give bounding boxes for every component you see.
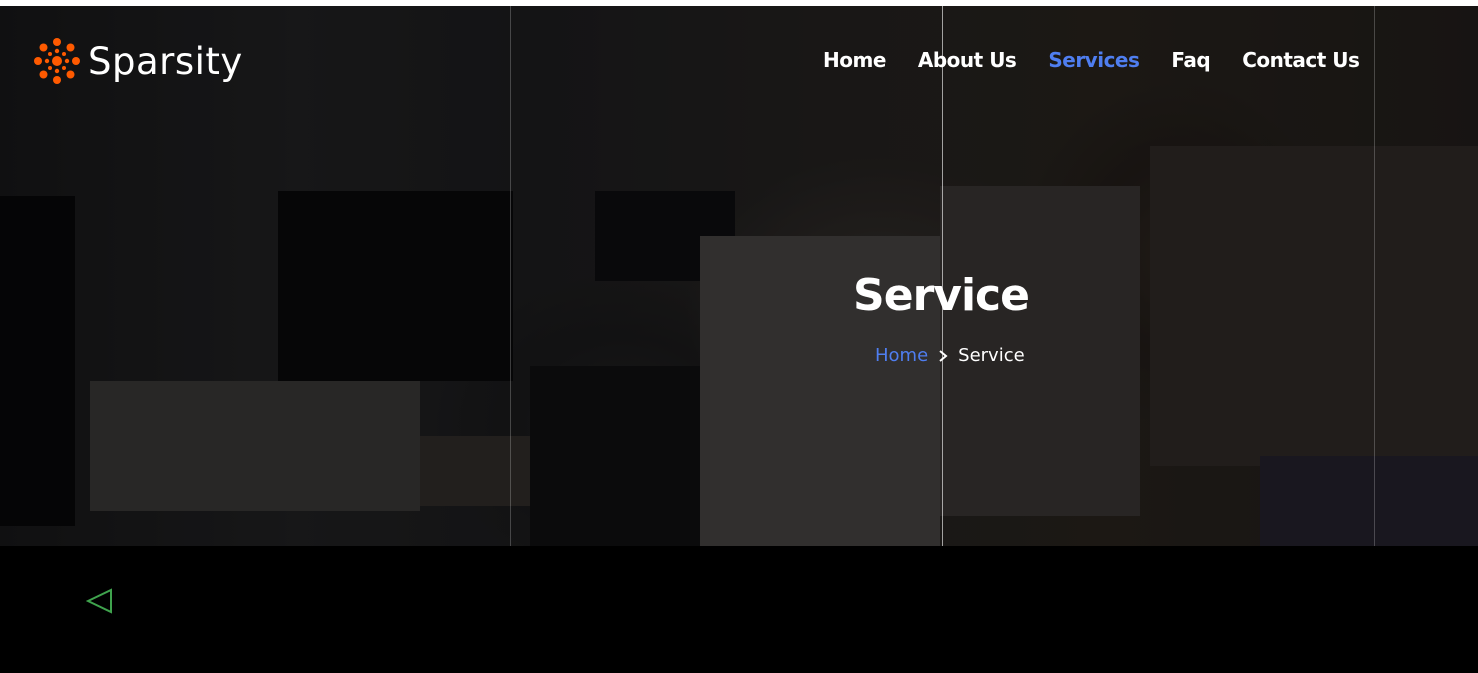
top-navbar: Sparsity Home About Us Services Faq Cont… (0, 6, 1478, 116)
logo[interactable]: Sparsity (32, 36, 243, 86)
nav-item-services[interactable]: Services (1048, 48, 1140, 72)
main-nav: Home About Us Services Faq Contact Us (823, 48, 1360, 72)
breadcrumb: Home Service (875, 345, 1025, 366)
page-title: Service (853, 270, 1030, 321)
brand-name: Sparsity (88, 39, 243, 83)
nav-item-home[interactable]: Home (823, 48, 886, 72)
nav-item-faq[interactable]: Faq (1171, 48, 1210, 72)
chevron-right-icon (939, 349, 948, 362)
page: Sparsity Home About Us Services Faq Cont… (0, 0, 1478, 673)
breadcrumb-home-link[interactable]: Home (875, 345, 928, 366)
nav-item-contact-us[interactable]: Contact Us (1242, 48, 1360, 72)
starburst-logo-icon (34, 38, 80, 84)
triangle-left-icon[interactable] (86, 588, 114, 614)
nav-item-about-us[interactable]: About Us (918, 48, 1017, 72)
content-section (0, 546, 1478, 673)
breadcrumb-current: Service (958, 345, 1025, 366)
